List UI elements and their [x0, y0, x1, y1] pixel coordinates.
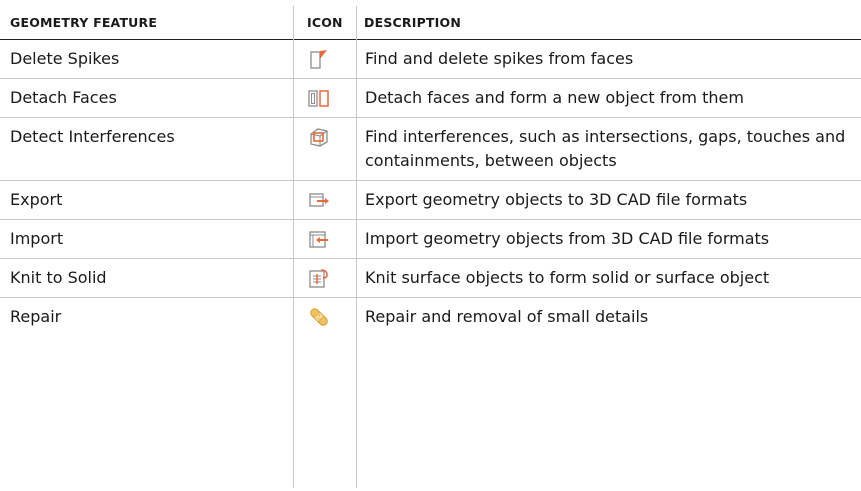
table-row: Export Export geometry objects to 3D CAD…: [0, 180, 861, 220]
feature-description: Detach faces and form a new object from …: [357, 78, 861, 118]
table-row: Detach Faces Detach faces and form a new…: [0, 78, 861, 118]
geometry-features-table: GEOMETRY FEATURE ICON DESCRIPTION Delete…: [0, 6, 861, 336]
table-row: Detect Interferences Find interferences,…: [0, 117, 861, 181]
column-header-feature: GEOMETRY FEATURE: [0, 6, 291, 40]
feature-description: Find and delete spikes from faces: [365, 49, 634, 68]
column-header-icon: ICON: [291, 6, 357, 40]
feature-description: Repair and removal of small details: [357, 297, 861, 336]
feature-name: Import: [0, 219, 291, 259]
export-icon: [309, 193, 329, 207]
feature-name: Repair: [0, 297, 291, 336]
feature-name: Delete Spikes: [10, 49, 120, 68]
table-row: Delete Spikes Find and delete spikes fro…: [0, 40, 861, 79]
detach-faces-icon: [308, 90, 329, 107]
feature-description: Import geometry objects from 3D CAD file…: [357, 219, 861, 259]
repair-icon: [310, 308, 328, 326]
delete-spikes-icon: [310, 50, 327, 69]
column-header-description: DESCRIPTION: [357, 6, 861, 40]
feature-description: Export geometry objects to 3D CAD file f…: [357, 180, 861, 220]
feature-description: Find interferences, such as intersection…: [357, 117, 861, 181]
import-icon: [309, 231, 328, 248]
table-row: Knit to Solid Knit surface objects to fo…: [0, 258, 861, 298]
column-divider: [356, 6, 357, 488]
feature-name: Detect Interferences: [0, 117, 291, 181]
feature-name: Knit to Solid: [0, 258, 291, 298]
detect-interferences-icon: [310, 128, 328, 147]
table-header-row: GEOMETRY FEATURE ICON DESCRIPTION: [0, 6, 861, 40]
column-divider: [293, 6, 294, 488]
feature-name: Detach Faces: [0, 78, 291, 118]
feature-description: Knit surface objects to form solid or su…: [357, 258, 861, 298]
table-row: Repair Repair and removal of small detai…: [0, 297, 861, 336]
table-row: Import Import geometry objects from 3D C…: [0, 219, 861, 259]
knit-to-solid-icon: [309, 269, 328, 288]
feature-name: Export: [0, 180, 291, 220]
